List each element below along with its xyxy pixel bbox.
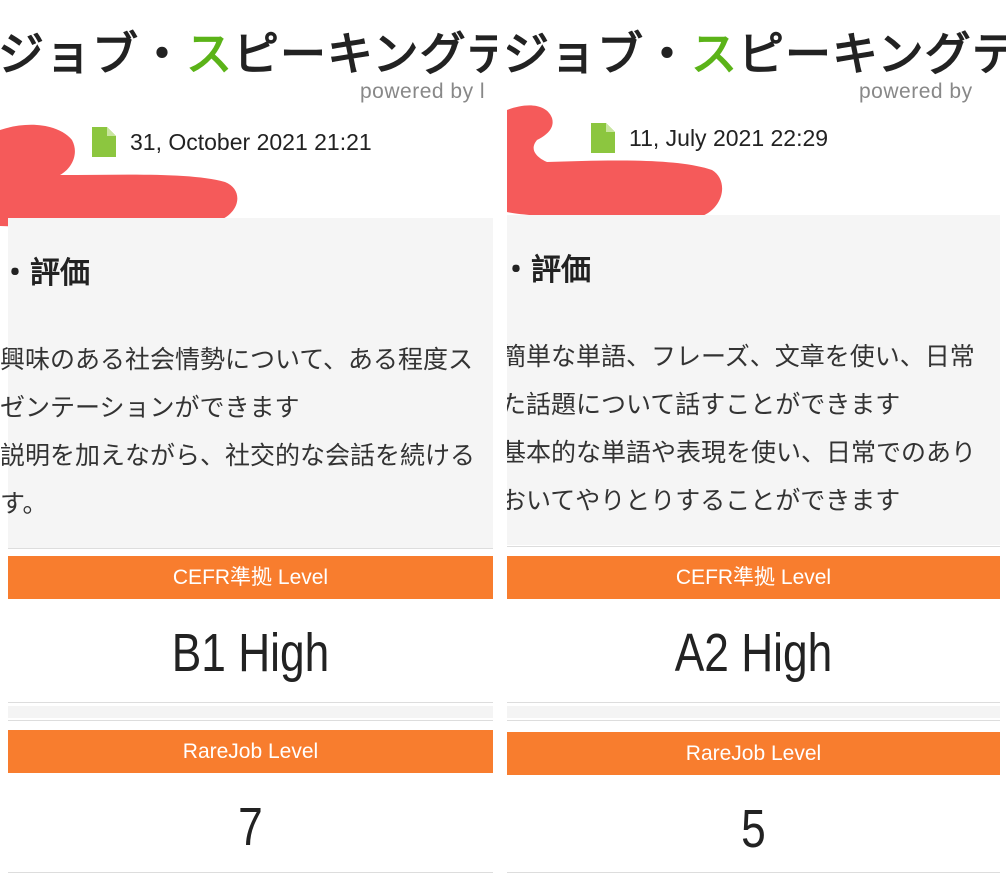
document-icon [92,127,116,157]
page-title: ジョブ・スピーキングテ [0,27,497,81]
evaluation-line: ゼンテーションができます [0,393,300,422]
evaluation-line: た話題について話すことができます [507,390,901,419]
page-title: ジョブ・スピーキングテ [507,27,1006,81]
divider [8,702,493,703]
powered-by-text: powered by [859,80,973,103]
evaluation-line: す。 [0,489,48,518]
divider [507,702,1000,703]
evaluation-text: 簡単な単語、フレーズ、文章を使い、日常 た話題について話すことができます 基本的… [507,333,976,525]
date-row: 11, July 2021 22:29 [591,123,828,153]
rarejob-level-value: 7 [238,797,263,857]
evaluation-heading: ・評価 [0,256,90,291]
section-gap [8,706,493,718]
evaluation-line: 基本的な単語や表現を使い、日常でのあり [507,438,977,467]
evaluation-section: ・評価 興味のある社会情勢について、ある程度ス ゼンテーションができます 説明を… [0,218,493,548]
divider [507,546,1000,547]
rarejob-level-bar: RareJob Level [507,732,1000,775]
divider [8,720,493,721]
evaluation-line: 興味のある社会情勢について、ある程度ス [0,345,474,374]
section-gap [507,706,1000,718]
date-row: 31, October 2021 21:21 [92,127,372,157]
cefr-level-value: B1 High [171,623,330,683]
evaluation-line: 簡単な単語、フレーズ、文章を使い、日常 [507,342,975,371]
rarejob-level-bar: RareJob Level [8,730,493,773]
result-panel-right: ジョブ・スピーキングテ powered by 11, July 2021 22:… [507,0,1006,878]
evaluation-line: おいてやりとりすることができます [507,486,901,515]
cefr-level-value: A2 High [674,623,833,683]
cefr-level-bar: CEFR準拠 Level [8,556,493,599]
evaluation-line: 説明を加えながら、社交的な会話を続ける [0,441,476,470]
evaluation-text: 興味のある社会情勢について、ある程度ス ゼンテーションができます 説明を加えなが… [0,336,475,528]
redaction-mark [507,105,723,222]
divider [8,872,493,873]
evaluation-section: ・評価 簡単な単語、フレーズ、文章を使い、日常 た話題について話すことができます… [507,215,1000,545]
result-panel-left: ジョブ・スピーキングテ powered by l 31, October 202… [0,0,497,878]
divider [507,720,1000,721]
document-icon [591,123,615,153]
divider [507,872,1000,873]
result-date: 11, July 2021 22:29 [629,124,829,151]
rarejob-level-value: 5 [741,799,766,859]
cefr-level-bar: CEFR準拠 Level [507,556,1000,599]
result-date: 31, October 2021 21:21 [130,128,372,155]
evaluation-heading: ・評価 [507,253,591,288]
panel-gap [497,0,507,878]
powered-by-text: powered by l [360,80,486,103]
divider [8,548,493,549]
